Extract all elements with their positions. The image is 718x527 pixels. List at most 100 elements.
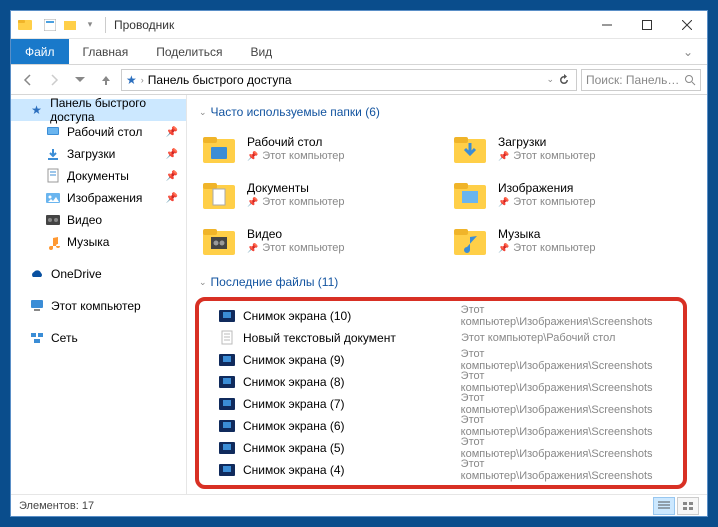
- folder-name: Изображения: [498, 181, 595, 196]
- close-button[interactable]: [667, 11, 707, 39]
- recent-file-path: Этот компьютер\Рабочий стол: [461, 332, 615, 344]
- recent-file-name: Новый текстовый документ: [243, 331, 453, 345]
- section-frequent-folders[interactable]: ⌄ Часто используемые папки (6): [187, 99, 699, 125]
- pin-icon: 📌: [498, 243, 509, 254]
- status-item-count: Элементов: 17: [19, 500, 94, 512]
- view-mode-toggles: [653, 497, 699, 515]
- recent-file-path: Этот компьютер\Изображения\Screenshots: [461, 370, 679, 394]
- view-details-button[interactable]: [653, 497, 675, 515]
- recent-file-name: Снимок экрана (8): [243, 375, 453, 389]
- recent-file-name: Снимок экрана (4): [243, 463, 453, 477]
- folder-item[interactable]: Музыка📌Этот компьютер: [448, 219, 691, 263]
- documents-icon: [45, 168, 61, 184]
- sidebar-item[interactable]: Музыка: [11, 231, 186, 253]
- maximize-button[interactable]: [627, 11, 667, 39]
- star-icon: ★: [126, 73, 137, 87]
- address-dropdown-icon[interactable]: ⌄: [546, 74, 554, 85]
- recent-file-row[interactable]: Новый текстовый документ Этот компьютер\Р…: [203, 327, 679, 349]
- desktop-folder-icon: [199, 129, 239, 169]
- pin-icon: 📌: [247, 151, 258, 162]
- recent-file-name: Снимок экрана (9): [243, 353, 453, 367]
- pin-icon: 📌: [166, 149, 178, 160]
- status-bar: Элементов: 17: [11, 494, 707, 516]
- sidebar-onedrive[interactable]: OneDrive: [11, 263, 186, 285]
- recent-file-row[interactable]: Снимок экрана (7) Этот компьютер\Изображе…: [203, 393, 679, 415]
- nav-history-button[interactable]: [69, 69, 91, 91]
- ribbon-tab-view[interactable]: Вид: [236, 39, 286, 64]
- recent-file-path: Этот компьютер\Изображения\Screenshots: [461, 458, 679, 482]
- nav-up-button[interactable]: [95, 69, 117, 91]
- pin-icon: 📌: [166, 171, 178, 182]
- documents-folder-icon: [199, 175, 239, 215]
- address-path[interactable]: ★ › Панель быстрого доступа ⌄: [121, 69, 577, 91]
- minimize-button[interactable]: [587, 11, 627, 39]
- recent-file-path: Этот компьютер\Изображения\Screenshots: [461, 392, 679, 416]
- quick-access-toolbar: ▾: [37, 18, 103, 32]
- videos-icon: [45, 212, 61, 228]
- explorer-window: ▾ Проводник Файл Главная Поделиться Вид …: [10, 10, 708, 517]
- search-box[interactable]: Поиск: Панель б...: [581, 69, 701, 91]
- address-refresh-icon[interactable]: [558, 74, 570, 86]
- content-body: ★ Панель быстрого доступа Рабочий стол📌З…: [11, 95, 707, 494]
- image-file-icon: [219, 374, 235, 390]
- qat-properties-icon[interactable]: [43, 18, 57, 32]
- qat-dropdown-icon[interactable]: ▾: [83, 18, 97, 32]
- folder-item[interactable]: Рабочий стол📌Этот компьютер: [197, 127, 440, 171]
- music-folder-icon: [450, 221, 490, 261]
- nav-forward-button[interactable]: [43, 69, 65, 91]
- recent-file-row[interactable]: Снимок экрана (4) Этот компьютер\Изображе…: [203, 459, 679, 481]
- sidebar-this-pc[interactable]: Этот компьютер: [11, 295, 186, 317]
- section-recent-files[interactable]: ⌄ Последние файлы (11): [187, 269, 699, 295]
- sidebar-item[interactable]: Документы📌: [11, 165, 186, 187]
- folder-item[interactable]: Загрузки📌Этот компьютер: [448, 127, 691, 171]
- folders-grid: Рабочий стол📌Этот компьютерЗагрузки📌Этот…: [187, 125, 699, 269]
- folder-item[interactable]: Видео📌Этот компьютер: [197, 219, 440, 263]
- ribbon-tab-file[interactable]: Файл: [11, 39, 69, 64]
- network-icon: [29, 330, 45, 346]
- sidebar-item[interactable]: Рабочий стол📌: [11, 121, 186, 143]
- recent-file-name: Снимок экрана (7): [243, 397, 453, 411]
- sidebar-network[interactable]: Сеть: [11, 327, 186, 349]
- search-placeholder: Поиск: Панель б...: [586, 73, 680, 87]
- folder-name: Загрузки: [498, 135, 595, 150]
- view-large-icons-button[interactable]: [677, 497, 699, 515]
- recent-file-name: Снимок экрана (5): [243, 441, 453, 455]
- sidebar-item[interactable]: Изображения📌: [11, 187, 186, 209]
- pin-icon: 📌: [498, 151, 509, 162]
- folder-item[interactable]: Документы📌Этот компьютер: [197, 173, 440, 217]
- ribbon-tab-share[interactable]: Поделиться: [142, 39, 236, 64]
- recent-file-row[interactable]: Снимок экрана (9)Этот компьютер\Изображе…: [203, 349, 679, 371]
- ribbon-tab-home[interactable]: Главная: [69, 39, 143, 64]
- folder-location: 📌Этот компьютер: [498, 242, 595, 256]
- recent-file-row[interactable]: Снимок экрана (6)Этот компьютер\Изображе…: [203, 415, 679, 437]
- image-file-icon: [219, 396, 235, 412]
- image-file-icon: [219, 440, 235, 456]
- folder-name: Видео: [247, 227, 344, 242]
- sidebar-item[interactable]: Видео: [11, 209, 186, 231]
- music-icon: [45, 234, 61, 250]
- desktop-icon: [45, 124, 61, 140]
- recent-file-row[interactable]: Снимок экрана (8) Этот компьютер\Изображе…: [203, 371, 679, 393]
- address-bar: ★ › Панель быстрого доступа ⌄ Поиск: Пан…: [11, 65, 707, 95]
- onedrive-icon: [29, 266, 45, 282]
- sidebar-quick-access[interactable]: ★ Панель быстрого доступа: [11, 99, 186, 121]
- folder-name: Музыка: [498, 227, 595, 242]
- chevron-right-icon: ›: [141, 75, 144, 85]
- qat-new-folder-icon[interactable]: [63, 18, 77, 32]
- ribbon-tabs: Файл Главная Поделиться Вид ⌄: [11, 39, 707, 65]
- recent-file-row[interactable]: Снимок экрана (5)Этот компьютер\Изображе…: [203, 437, 679, 459]
- downloads-icon: [45, 146, 61, 162]
- nav-back-button[interactable]: [17, 69, 39, 91]
- breadcrumb-item[interactable]: Панель быстрого доступа: [148, 73, 292, 87]
- recent-file-row[interactable]: Снимок экрана (10)Этот компьютер\Изображ…: [203, 305, 679, 327]
- pin-icon: 📌: [247, 243, 258, 254]
- pin-icon: 📌: [166, 127, 178, 138]
- sidebar-item[interactable]: Загрузки📌: [11, 143, 186, 165]
- ribbon-expand-button[interactable]: ⌄: [669, 39, 707, 64]
- folder-item[interactable]: Изображения📌Этот компьютер: [448, 173, 691, 217]
- search-icon: [684, 74, 696, 86]
- image-file-icon: [219, 462, 235, 478]
- app-icon: [17, 17, 33, 33]
- text-file-icon: [219, 330, 235, 346]
- content-pane: ⌄ Часто используемые папки (6) Рабочий с…: [187, 95, 707, 494]
